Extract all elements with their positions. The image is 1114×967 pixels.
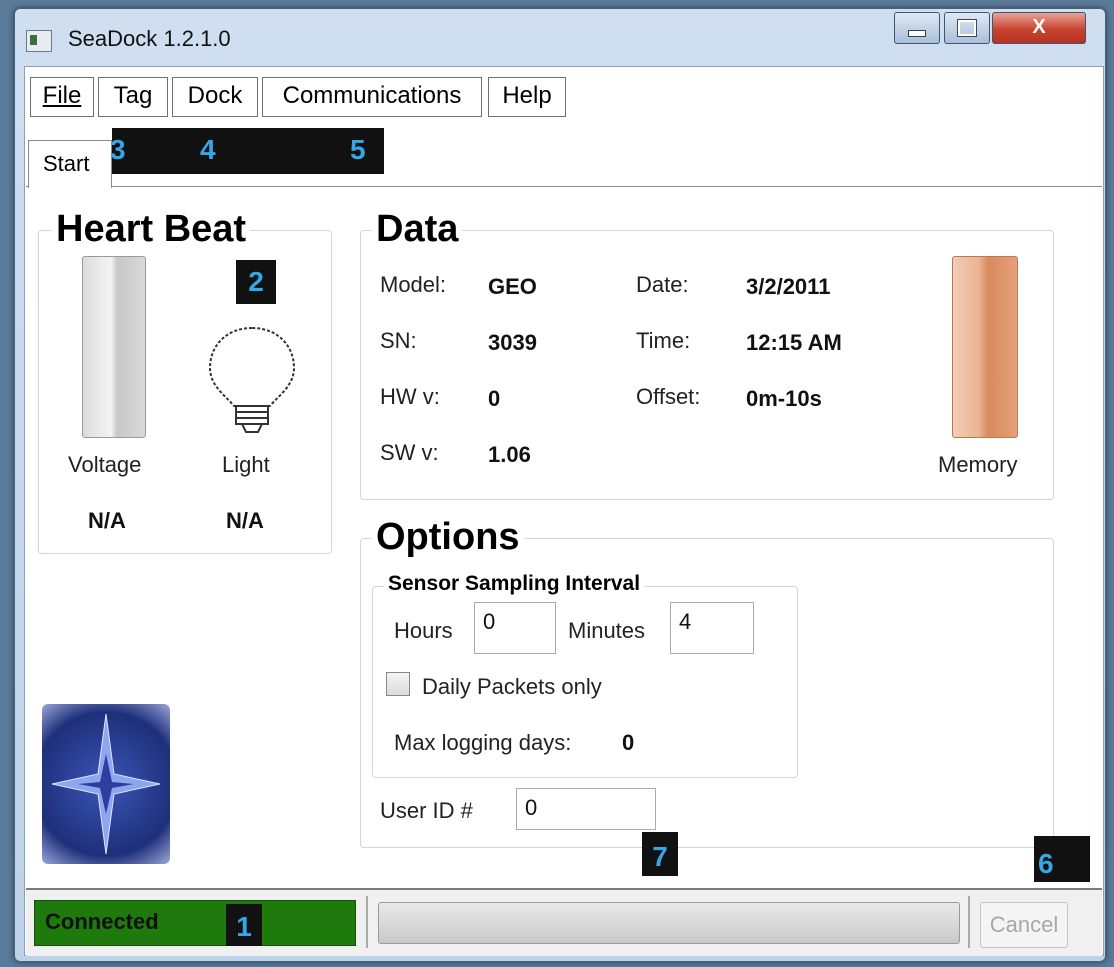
userid-label: User ID # [380, 798, 473, 823]
heartbeat-title: Heart Beat [52, 208, 251, 251]
time-value: 12:15 AM [746, 330, 842, 355]
annotation-6: 6 [1034, 836, 1090, 882]
userid-input[interactable]: 0 [516, 788, 656, 830]
app-icon [26, 30, 52, 52]
max-days-label: Max logging days: [394, 730, 572, 755]
connection-status: Connected [34, 900, 356, 946]
maximize-button[interactable] [944, 12, 990, 44]
voltage-value: N/A [88, 508, 126, 533]
model-label: Model: [380, 272, 447, 297]
sw-label: SW v: [380, 440, 439, 465]
max-days-value: 0 [622, 730, 635, 755]
daily-packets-checkbox[interactable] [386, 672, 410, 696]
light-value: N/A [226, 508, 264, 533]
sampling-title: Sensor Sampling Interval [384, 572, 645, 596]
desert-star-logo [42, 704, 170, 864]
redacted-tabs [112, 128, 384, 174]
hw-label: HW v: [380, 384, 440, 409]
time-label: Time: [636, 328, 691, 353]
voltage-label: Voltage [68, 452, 142, 477]
memory-bar [952, 256, 1018, 438]
menu-help[interactable]: Help [488, 77, 566, 117]
annotation-2: 2 [236, 260, 276, 304]
model-value: GEO [488, 274, 537, 299]
status-separator [366, 896, 368, 948]
data-title: Data [372, 208, 463, 251]
annotation-1: 1 [226, 904, 262, 946]
lightbulb-icon [208, 326, 296, 433]
memory-label: Memory [938, 452, 1018, 477]
close-button[interactable]: X [992, 12, 1086, 44]
hw-value: 0 [488, 386, 501, 411]
date-label: Date: [636, 272, 689, 297]
tab-start[interactable]: Start [28, 140, 112, 188]
minutes-label: Minutes [568, 618, 646, 643]
offset-value: 0m-10s [746, 386, 822, 411]
minutes-input[interactable]: 4 [670, 602, 754, 654]
menu-dock[interactable]: Dock [172, 77, 258, 117]
options-title: Options [372, 516, 524, 559]
maximize-icon [957, 19, 977, 37]
annotation-4: 4 [200, 134, 216, 165]
hours-label: Hours [394, 618, 453, 643]
menu-communications[interactable]: Communications [262, 77, 482, 117]
hours-input[interactable]: 0 [474, 602, 556, 654]
offset-label: Offset: [636, 384, 701, 409]
window-title: SeaDock 1.2.1.0 [68, 26, 231, 51]
close-icon: X [1032, 16, 1046, 38]
minimize-icon [908, 30, 926, 37]
status-separator-2 [968, 896, 970, 948]
date-value: 3/2/2011 [746, 274, 831, 299]
daily-packets-label: Daily Packets only [422, 674, 602, 699]
progress-bar [378, 902, 960, 944]
sn-value: 3039 [488, 330, 537, 355]
voltage-bar [82, 256, 146, 438]
annotation-3: 3 [110, 134, 126, 165]
cancel-button[interactable]: Cancel [980, 902, 1068, 948]
annotation-7: 7 [642, 832, 678, 876]
sw-value: 1.06 [488, 442, 531, 467]
minimize-button[interactable] [894, 12, 940, 44]
menu-file[interactable]: File [30, 77, 94, 117]
annotation-5: 5 [350, 134, 366, 165]
light-label: Light [222, 452, 270, 477]
star-icon [51, 713, 161, 855]
sn-label: SN: [380, 328, 417, 353]
menu-tag[interactable]: Tag [98, 77, 168, 117]
